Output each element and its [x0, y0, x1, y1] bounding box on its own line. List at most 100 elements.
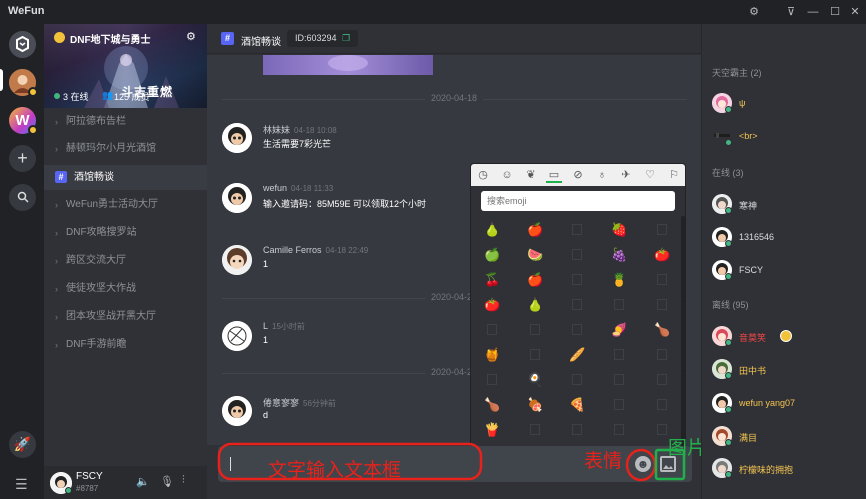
member-item[interactable]: 田中书 [712, 359, 862, 381]
speaker-icon[interactable]: 🔈 [136, 475, 150, 488]
member-item[interactable]: 寒神 [712, 194, 862, 216]
server-wefun-icon[interactable]: W [9, 107, 38, 135]
emoji-cell-empty[interactable] [572, 374, 582, 385]
member-item[interactable]: 满目 [712, 426, 862, 448]
channel-item[interactable]: › DNF攻略搜罗站 [44, 221, 207, 245]
bulb-icon[interactable]: ♁ [594, 167, 610, 183]
message-author[interactable]: 林妹妹 04-18 10:08 [263, 123, 337, 136]
channel-item[interactable]: › 赫顿玛尔小月光酒馆 [44, 137, 207, 161]
channel-item[interactable]: › WeFun勇士活动大厅 [44, 193, 207, 217]
emoji-cell-empty[interactable] [572, 274, 582, 285]
message-author[interactable]: 倦意寥寥 56分钟前 [263, 396, 336, 409]
minimize-icon[interactable]: — [804, 3, 822, 21]
message-avatar[interactable] [222, 396, 252, 426]
emoji-cell[interactable]: 🍉 [527, 247, 543, 263]
emoji-cell-empty[interactable] [572, 224, 582, 235]
sliders-icon[interactable]: ⫶ [182, 474, 185, 487]
member-item[interactable]: 柠檬味的拥抱 [712, 458, 862, 480]
message-author[interactable]: Camille Ferros 04-18 22:49 [263, 245, 368, 255]
emoji-cell-empty[interactable] [530, 424, 540, 435]
emoji-cell-empty[interactable] [487, 324, 497, 335]
emoji-button-icon[interactable]: ☻ [635, 456, 651, 472]
emoji-cell-empty[interactable] [614, 349, 624, 360]
emoji-cell-empty[interactable] [572, 249, 582, 260]
emoji-cell-empty[interactable] [572, 299, 582, 310]
emoji-cell[interactable]: 🍅 [654, 247, 670, 263]
channel-item[interactable]: › DNF手游前瞻 [44, 333, 207, 357]
emoji-cell[interactable]: 🍐 [484, 222, 500, 238]
emoji-cell[interactable]: 🍎 [527, 222, 543, 238]
emoji-cell[interactable]: 🍗 [484, 397, 500, 413]
message-image-preview[interactable] [263, 55, 433, 75]
emoji-cell[interactable]: 🍐 [527, 297, 543, 313]
menu-icon[interactable]: ☰ [15, 476, 28, 493]
message-avatar[interactable] [222, 321, 252, 351]
emoji-cell-empty[interactable] [657, 224, 667, 235]
flag-icon[interactable]: ⚐ [666, 167, 682, 183]
emoji-cell-empty[interactable] [572, 324, 582, 335]
message-avatar[interactable] [222, 183, 252, 213]
emoji-cell[interactable]: 🍒 [484, 272, 500, 288]
close-icon[interactable]: ✕ [846, 3, 864, 21]
food-icon[interactable]: ▭ [546, 167, 562, 183]
clock-icon[interactable]: ◷ [475, 167, 491, 183]
emoji-cell[interactable]: 🍅 [484, 297, 500, 313]
emoji-cell-empty[interactable] [657, 424, 667, 435]
message-author[interactable]: L 15小时前 [263, 321, 305, 332]
emoji-cell[interactable]: 🍇 [611, 247, 627, 263]
emoji-cell[interactable]: 🍎 [527, 272, 543, 288]
maximize-icon[interactable]: ☐ [826, 3, 844, 21]
member-item[interactable]: <br> [712, 126, 862, 148]
ball-icon[interactable]: ⊘ [570, 167, 586, 183]
emoji-cell[interactable]: 🍖 [527, 397, 543, 413]
emoji-cell-empty[interactable] [614, 374, 624, 385]
emoji-cell[interactable]: 🍕 [569, 397, 585, 413]
leaf-icon[interactable]: ❦ [523, 167, 539, 183]
emoji-cell-empty[interactable] [657, 399, 667, 410]
pin-icon[interactable]: ⊽ [782, 3, 800, 21]
emoji-cell[interactable]: 🍠 [611, 322, 627, 338]
emoji-cell-empty[interactable] [572, 424, 582, 435]
emoji-cell-empty[interactable] [657, 299, 667, 310]
smile-icon[interactable]: ☺ [499, 167, 515, 183]
emoji-cell[interactable]: 🍓 [611, 222, 627, 238]
emoji-cell-empty[interactable] [614, 424, 624, 435]
settings-gear-icon[interactable]: ⚙ [745, 3, 763, 21]
member-item[interactable]: 1316546 [712, 227, 862, 249]
emoji-search-input[interactable] [481, 191, 675, 211]
channel-item[interactable]: › 使徒攻坚大作战 [44, 277, 207, 301]
member-item[interactable]: 音莫笑 [712, 326, 862, 348]
channel-item[interactable]: › 跨区交流大厅 [44, 249, 207, 273]
emoji-cell[interactable]: 🍯 [484, 347, 500, 363]
emoji-cell[interactable]: 🍗 [654, 322, 670, 338]
plane-icon[interactable]: ✈ [618, 167, 634, 183]
heart-icon[interactable]: ♡ [642, 167, 658, 183]
emoji-cell[interactable]: 🥖 [569, 347, 585, 363]
emoji-cell-empty[interactable] [614, 399, 624, 410]
emoji-cell[interactable]: 🍍 [611, 272, 627, 288]
microphone-icon[interactable]: 🎙 [160, 475, 174, 488]
channel-item[interactable]: › 团本攻坚战开黑大厅 [44, 305, 207, 329]
channel-id-badge[interactable]: ID:603294 ❐ [287, 30, 359, 47]
message-avatar[interactable] [222, 123, 252, 153]
member-item[interactable]: wefun yang07 [712, 393, 862, 415]
emoji-cell-empty[interactable] [657, 274, 667, 285]
user-avatar[interactable] [50, 472, 72, 494]
message-author[interactable]: wefun 04-18 11:33 [263, 183, 333, 193]
member-item[interactable]: ψ [712, 93, 862, 115]
emoji-cell-empty[interactable] [530, 324, 540, 335]
emoji-cell-empty[interactable] [657, 374, 667, 385]
emoji-cell[interactable]: 🍳 [527, 372, 543, 388]
emoji-cell[interactable]: 🍏 [484, 247, 500, 263]
server-settings-icon[interactable]: ⚙ [186, 30, 196, 43]
emoji-cell[interactable]: 🍟 [484, 422, 500, 438]
member-item[interactable]: FSCY [712, 260, 862, 282]
emoji-cell-empty[interactable] [530, 349, 540, 360]
emoji-scrollbar[interactable] [681, 216, 685, 446]
channel-item[interactable]: › 阿拉德布告栏 [44, 110, 207, 134]
emoji-cell-empty[interactable] [614, 299, 624, 310]
message-avatar[interactable] [222, 245, 252, 275]
search-icon[interactable] [9, 184, 36, 211]
add-server-icon[interactable]: + [9, 145, 36, 172]
channel-item-active[interactable]: # 酒馆畅谈 [44, 165, 207, 190]
